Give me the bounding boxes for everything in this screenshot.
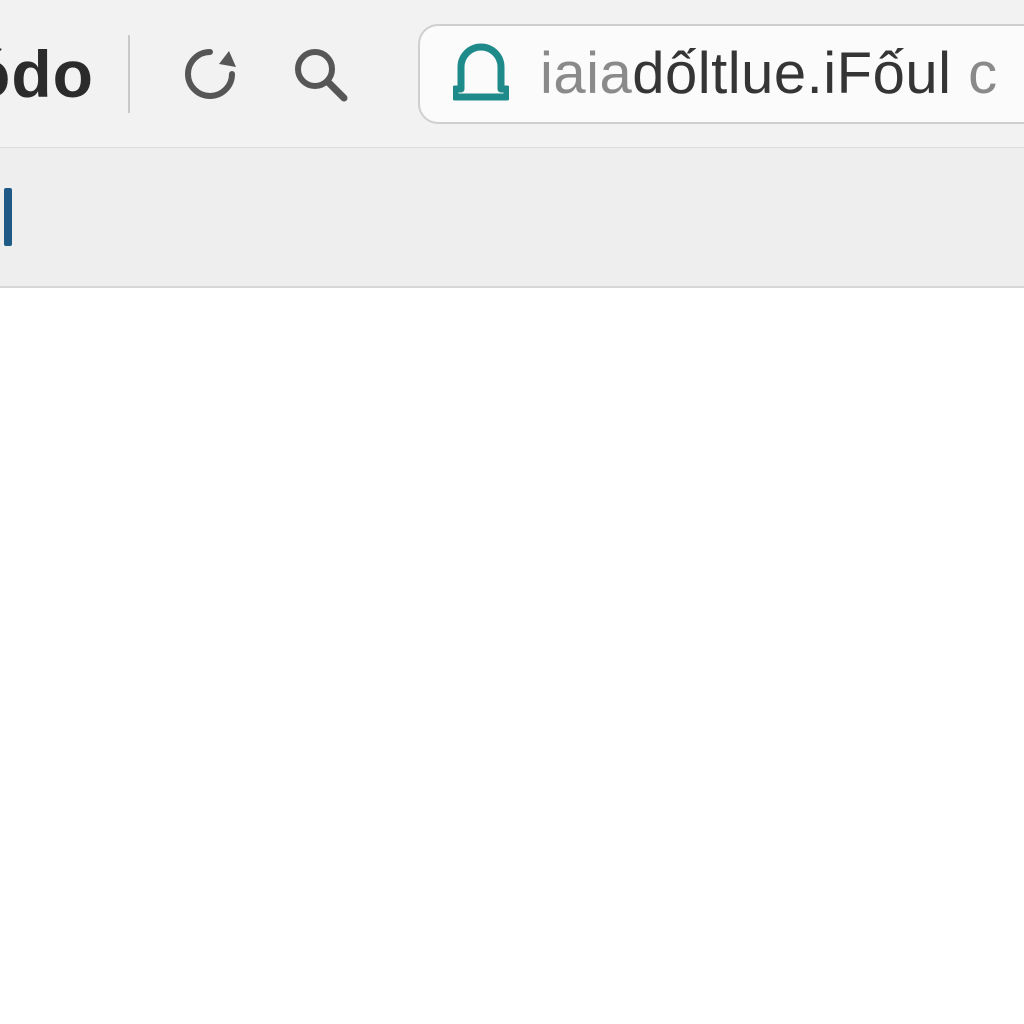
window-title-fragment: ódo xyxy=(0,36,94,112)
address-bar-url: iaiadốltlue.iFốul c xyxy=(540,40,998,107)
search-icon xyxy=(290,44,350,104)
refresh-button[interactable] xyxy=(170,34,250,114)
browser-top-toolbar: ódo iaiadốltlue.iFốul c xyxy=(0,0,1024,148)
address-bar[interactable]: iaiadốltlue.iFốul c xyxy=(418,24,1024,124)
browser-sub-toolbar xyxy=(0,148,1024,288)
search-button[interactable] xyxy=(280,34,360,114)
page-content-area xyxy=(0,288,1024,1024)
site-security-icon[interactable] xyxy=(448,41,514,107)
subtoolbar-selection-mark xyxy=(4,188,12,246)
refresh-icon xyxy=(181,45,239,103)
url-dim-prefix: iaia xyxy=(540,41,632,106)
url-dim-suffix: c xyxy=(968,41,998,106)
bell-arch-icon xyxy=(453,43,509,105)
toolbar-separator xyxy=(128,35,130,113)
url-main: dốltlue.iFốul xyxy=(632,41,968,106)
